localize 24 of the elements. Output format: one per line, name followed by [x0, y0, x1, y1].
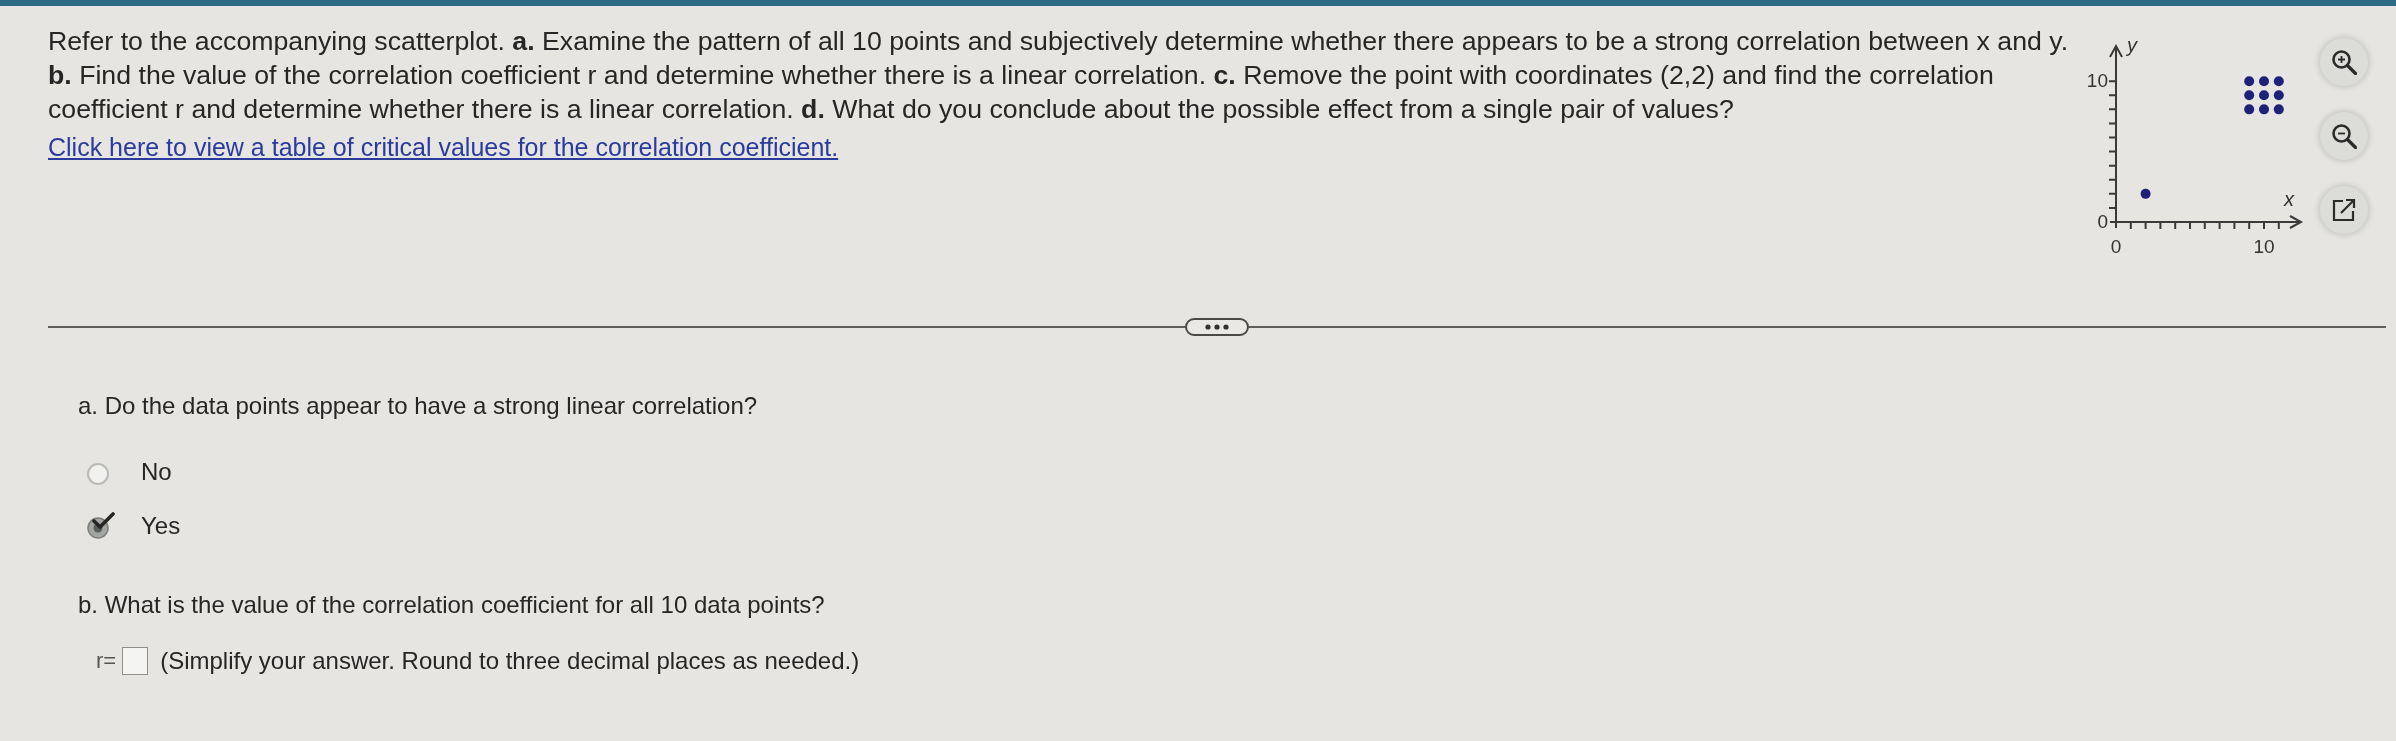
ellipsis-icon [1205, 324, 1229, 330]
tick-label: 10 [2086, 70, 2108, 92]
axis-label: x [2284, 188, 2294, 210]
zoom-out-button[interactable] [2320, 112, 2368, 160]
zoom-out-icon [2331, 123, 2357, 149]
option-label: Yes [141, 512, 181, 540]
critical-values-link[interactable]: Click here to view a table of critical values for the correlation coefficient. [48, 132, 839, 162]
pop-out-button[interactable] [2320, 186, 2368, 234]
tick-label: 10 [2253, 236, 2275, 257]
external-link-icon [2331, 197, 2357, 223]
question-text: b. What is the value of the correlation coefficient for all 10 data points? [78, 590, 825, 620]
radio-button[interactable] [86, 512, 118, 540]
zoom-in-icon [2331, 49, 2357, 75]
question-text: a. Do the data points appear to have a strong linear correlation? [78, 391, 758, 421]
tick-label: 0 [2097, 211, 2108, 232]
problem-text: Refer to the accompanying scatterplot. a. Examine the pattern of all 10 points and subjectively determine whether there appears to be a strong correlation between x and y. b. Find the value of the correlation coefficient r and determine whether there is a linear correlation. c. Remove the point with coordinates (2,2) and find the correlation coefficient r and determine whether there is a linear correlation. d. What do you conclude about the possible effect from a single pair of values? [48, 25, 2070, 126]
zoom-in-button[interactable] [2320, 38, 2368, 86]
answer-box[interactable] [122, 647, 149, 675]
option-label: No [141, 458, 172, 486]
instruction-text: (Simplify your answer. Round to three decimal places as needed.) [160, 647, 860, 675]
variable-label: r= [96, 648, 117, 674]
expand-button[interactable] [1185, 318, 1249, 336]
tick-label: 0 [2110, 236, 2122, 257]
axis-label: y [2127, 34, 2137, 56]
